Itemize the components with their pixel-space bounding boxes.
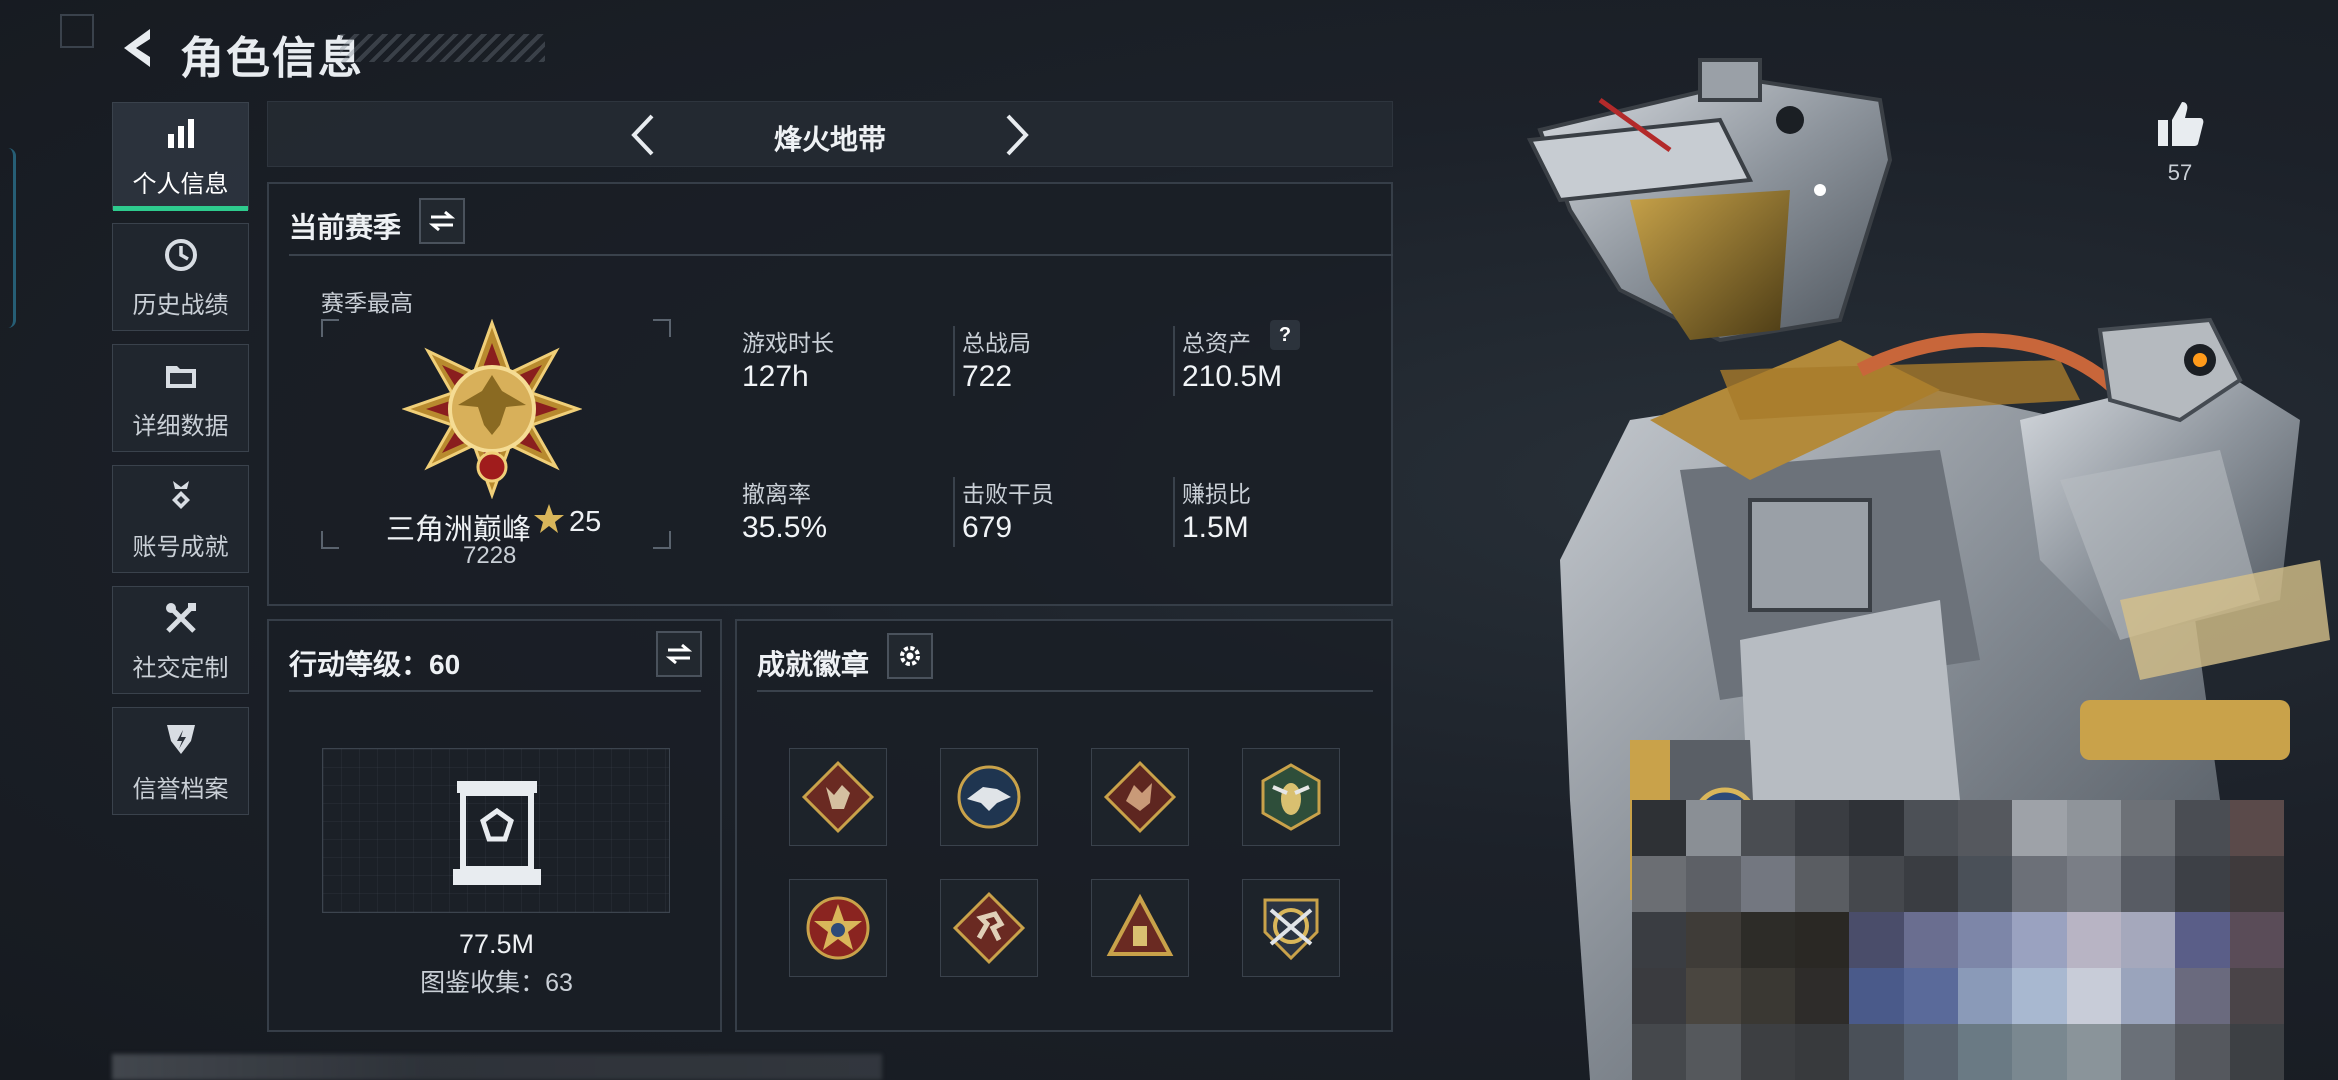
rank-emblem-icon xyxy=(402,319,582,499)
swap-icon xyxy=(429,210,455,232)
action-level-panel: 行动等级：60 77.5M 图鉴收集：63 xyxy=(267,619,722,1032)
stat-label-profit-ratio: 赚损比 xyxy=(1182,481,1251,507)
collection-value: 77.5M xyxy=(458,929,535,959)
wasp-badge-icon xyxy=(1261,763,1321,831)
season-title: 当前赛季 xyxy=(289,212,402,243)
achievement-badge-4[interactable] xyxy=(1242,748,1340,846)
rank-score: 7228 xyxy=(463,542,517,569)
stat-value-extraction-rate: 35.5% xyxy=(742,511,828,544)
achievement-badge-8[interactable] xyxy=(1242,879,1340,977)
corner-marker xyxy=(60,14,94,48)
gear-icon xyxy=(900,646,920,666)
stat-separator xyxy=(953,477,955,547)
stat-value-total-assets: 210.5M xyxy=(1182,360,1283,393)
stat-value-playtime: 127h xyxy=(742,360,809,393)
achievement-badge-5[interactable] xyxy=(789,879,887,977)
crossed-guns-badge-icon xyxy=(1263,898,1319,961)
achievement-badge-6[interactable] xyxy=(940,879,1038,977)
collection-count: 图鉴收集：63 xyxy=(420,969,573,997)
sidebar-item-achievements[interactable]: 账号成就 xyxy=(112,465,249,573)
stat-label-extraction-rate: 撤离率 xyxy=(742,481,811,507)
achievements-settings-button[interactable] xyxy=(887,633,933,679)
thumbs-up-icon xyxy=(2158,102,2204,146)
sidebar-item-personal-info[interactable]: 个人信息 xyxy=(112,102,249,211)
medal-icon xyxy=(161,477,201,517)
stat-value-operators-defeated: 679 xyxy=(962,511,1013,544)
sidebar-item-history[interactable]: 历史战绩 xyxy=(112,223,249,331)
rank-level: 25 xyxy=(569,506,602,538)
achievement-badge-1[interactable] xyxy=(789,748,887,846)
achievements-panel: 成就徽章 xyxy=(735,619,1393,1032)
stat-separator xyxy=(1173,477,1175,547)
stat-label-total-matches: 总战局 xyxy=(962,330,1031,356)
page-title: 角色信息 xyxy=(180,34,364,83)
sidebar-item-label: 个人信息 xyxy=(132,170,229,198)
season-panel: 当前赛季 赛季最高 三角洲巅峰 25 7228 游戏时长 127h 总战局 72… xyxy=(267,182,1393,606)
achievements-divider xyxy=(757,690,1373,692)
sidebar-item-label: 详细数据 xyxy=(132,412,229,440)
sidebar-item-social-custom[interactable]: 社交定制 xyxy=(112,586,249,694)
star-badge-icon xyxy=(806,896,870,960)
shield-icon xyxy=(161,719,201,759)
stat-separator xyxy=(1173,326,1175,396)
eagle-badge-icon xyxy=(957,765,1021,829)
map-name: 烽火地带 xyxy=(773,124,886,155)
dragon-badge-icon xyxy=(1103,760,1177,834)
achievements-title: 成就徽章 xyxy=(757,649,870,680)
wolf-badge-icon xyxy=(801,760,875,834)
bar-chart-icon xyxy=(161,114,201,154)
sidebar: 个人信息 历史战绩 详细数据 账号成就 社交定制 信誉档案 xyxy=(112,102,249,828)
like-button[interactable] xyxy=(2154,98,2206,150)
season-best-label: 赛季最高 xyxy=(321,290,413,316)
season-switch-button[interactable] xyxy=(419,198,465,244)
swap-icon xyxy=(666,643,692,665)
stat-label-total-assets: 总资产 xyxy=(1182,330,1251,356)
runner-badge-icon xyxy=(952,891,1026,965)
stat-label-operators-defeated: 击败干员 xyxy=(962,481,1054,507)
clock-icon xyxy=(161,235,201,275)
sidebar-item-label: 历史战绩 xyxy=(132,291,229,319)
sidebar-item-detailed-data[interactable]: 详细数据 xyxy=(112,344,249,452)
back-button[interactable] xyxy=(112,20,162,76)
map-selector: 烽火地带 xyxy=(267,101,1393,167)
sidebar-item-label: 账号成就 xyxy=(132,533,229,561)
achievement-badge-2[interactable] xyxy=(940,748,1038,846)
season-divider xyxy=(289,254,1393,256)
action-level-switch-button[interactable] xyxy=(656,631,702,677)
pyramid-badge-icon xyxy=(1106,893,1174,956)
action-level-title: 行动等级：60 xyxy=(289,649,461,680)
sidebar-item-label: 信誉档案 xyxy=(132,775,229,803)
title-decoration xyxy=(340,34,545,62)
stat-label-playtime: 游戏时长 xyxy=(742,330,834,356)
stat-value-total-matches: 722 xyxy=(962,360,1013,393)
collection-card[interactable] xyxy=(322,748,670,913)
edge-decoration xyxy=(0,148,16,328)
achievement-badge-7[interactable] xyxy=(1091,879,1189,977)
stat-separator xyxy=(953,326,955,396)
collection-case-icon xyxy=(453,781,541,885)
stat-value-profit-ratio: 1.5M xyxy=(1182,511,1249,544)
like-count: 57 xyxy=(2167,160,2193,185)
pixelated-overlay xyxy=(1632,800,2284,1080)
chevron-right-icon xyxy=(1006,114,1029,156)
bottom-info-bar xyxy=(112,1054,882,1080)
map-next-button[interactable] xyxy=(987,102,1047,168)
tools-icon xyxy=(161,598,201,638)
help-button[interactable]: ? xyxy=(1270,320,1300,350)
action-divider xyxy=(289,690,701,692)
back-arrow-icon xyxy=(124,29,150,67)
star-icon xyxy=(534,504,564,533)
sidebar-item-reputation[interactable]: 信誉档案 xyxy=(112,707,249,815)
sidebar-item-label: 社交定制 xyxy=(132,654,229,682)
achievement-badge-3[interactable] xyxy=(1091,748,1189,846)
folder-icon xyxy=(161,356,201,396)
